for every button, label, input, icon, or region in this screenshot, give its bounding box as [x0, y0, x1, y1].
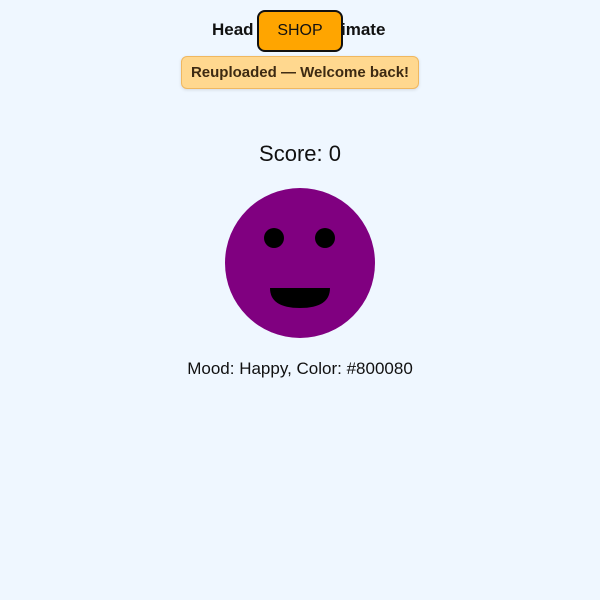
- shop-button[interactable]: SHOP: [257, 10, 343, 52]
- face-svg[interactable]: [225, 188, 375, 338]
- welcome-toast: Reuploaded — Welcome back!: [181, 56, 419, 89]
- face-circle[interactable]: [225, 188, 375, 338]
- smiley-face-icon[interactable]: [225, 188, 375, 338]
- title-right-text: imate: [341, 20, 386, 39]
- left-eye: [264, 228, 284, 248]
- score-display: Score: 0: [259, 141, 341, 166]
- right-eye: [315, 228, 335, 248]
- toast-message: Reuploaded — Welcome back!: [190, 64, 410, 81]
- game-stage: Head imate SHOP Reuploaded — Welcome bac…: [0, 0, 600, 600]
- title-left-text: Head: [212, 20, 254, 39]
- mood-readout: Mood: Happy, Color: #800080: [187, 359, 413, 378]
